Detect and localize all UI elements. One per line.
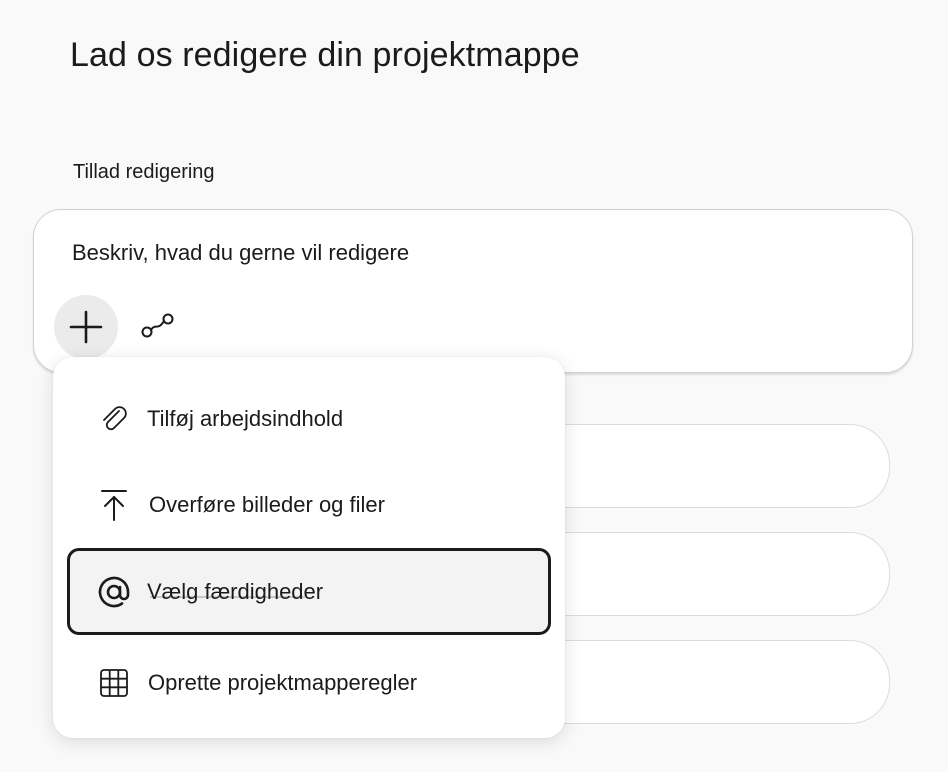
menu-item-label: Overføre billeder og filer	[149, 492, 385, 517]
paperclip-icon	[97, 402, 131, 436]
menu-item-upload-files[interactable]: Overføre billeder og filer	[67, 463, 551, 547]
menu-item-choose-skills[interactable]: Vælg færdigheder	[67, 548, 551, 635]
add-button[interactable]	[54, 295, 118, 359]
page-title: Lad os redigere din projektmappe	[70, 36, 580, 74]
menu-item-add-work-content[interactable]: Tilføj arbejdsindhold	[67, 377, 551, 461]
link-chain-icon	[141, 313, 174, 338]
menu-item-label: Vælg færdigheder	[147, 578, 324, 604]
menu-item-label: Tilføj arbejdsindhold	[147, 406, 344, 431]
menu-item-label: Oprette projektmapperegler	[148, 670, 418, 695]
link-button[interactable]	[138, 306, 178, 346]
upload-icon	[97, 488, 131, 522]
section-label: Tillad redigering	[73, 161, 215, 183]
add-menu: Tilføj arbejdsindhold Overføre billeder …	[53, 357, 565, 738]
prompt-input[interactable]: Beskriv, hvad du gerne vil redigere	[72, 240, 872, 266]
plus-icon	[69, 310, 103, 344]
prompt-box[interactable]: Beskriv, hvad du gerne vil redigere	[33, 209, 913, 373]
at-sign-icon	[97, 575, 131, 609]
menu-item-create-workbook-rules[interactable]: Oprette projektmapperegler	[67, 641, 551, 725]
grid-icon	[97, 666, 131, 700]
